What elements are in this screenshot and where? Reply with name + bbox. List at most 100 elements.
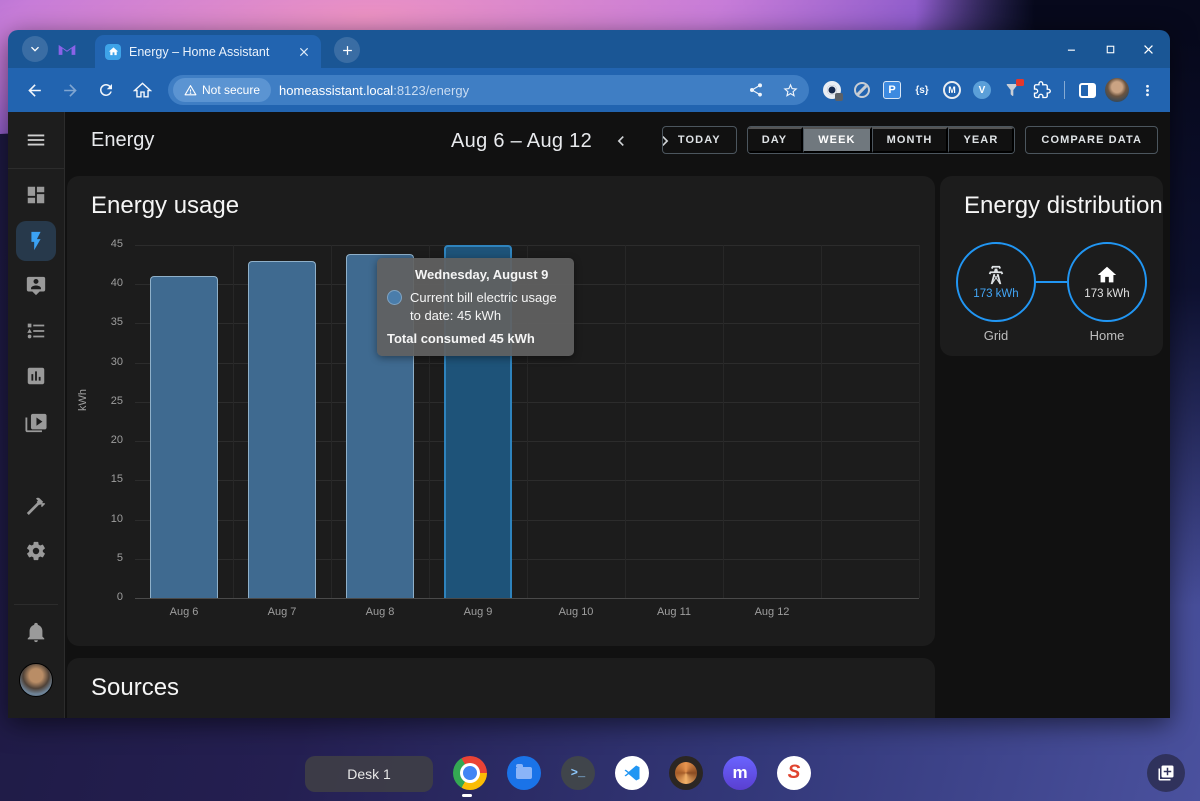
sidebar-item-developer-tools[interactable] (16, 486, 56, 526)
hamburger-icon (25, 129, 47, 151)
purple-mail-icon[interactable] (56, 38, 78, 60)
vscode-app-icon[interactable] (615, 756, 649, 790)
bar-aug-7[interactable] (248, 261, 316, 598)
sidebar-notifications-button[interactable] (16, 612, 56, 652)
url-text: homeassistant.local:8123/energy (279, 83, 735, 98)
compare-data-button[interactable]: COMPARE DATA (1025, 126, 1158, 154)
side-panel-icon[interactable] (1074, 77, 1100, 103)
today-button[interactable]: TODAY (662, 126, 737, 154)
screen-capture-button[interactable] (1147, 754, 1185, 792)
sidebar-menu-button[interactable] (8, 112, 64, 169)
date-navigation: Aug 6 – Aug 12 (451, 126, 680, 156)
sidebar-item-energy[interactable] (16, 221, 56, 261)
sidebar-user-avatar[interactable] (19, 663, 53, 697)
range-day-button[interactable]: DAY (748, 127, 804, 153)
gridline-vertical (625, 245, 626, 598)
files-app-icon[interactable] (507, 756, 541, 790)
address-bar[interactable]: Not secure homeassistant.local:8123/ener… (168, 75, 809, 105)
reload-button[interactable] (90, 74, 122, 106)
x-tick: Aug 6 (135, 606, 233, 618)
tab-search-button[interactable] (22, 36, 48, 62)
y-tick: 20 (89, 434, 123, 446)
terminal-app-icon[interactable]: >_ (561, 756, 595, 790)
sidebar-item-media[interactable] (16, 403, 56, 443)
y-tick: 30 (89, 356, 123, 368)
grid-node[interactable]: 173 kWh (956, 242, 1036, 322)
browser-tab-energy[interactable]: Energy – Home Assistant (95, 35, 321, 68)
sidebar-item-settings[interactable] (16, 531, 56, 571)
bell-icon (25, 621, 47, 643)
range-segmented-control: DAY WEEK MONTH YEAR (747, 126, 1016, 154)
y-tick: 5 (89, 552, 123, 564)
forward-button[interactable] (54, 74, 86, 106)
x-tick: Aug 12 (723, 606, 821, 618)
play-box-icon (25, 412, 47, 434)
gridline-vertical (331, 245, 332, 598)
extensions-puzzle-icon[interactable] (1029, 77, 1055, 103)
share-icon[interactable] (743, 77, 769, 103)
chrome-app-icon[interactable] (453, 756, 487, 790)
toolbar-separator (1064, 81, 1065, 99)
extension-filter-icon[interactable] (999, 77, 1025, 103)
tooltip-title: Wednesday, August 9 (415, 267, 562, 282)
gridline-vertical (919, 245, 920, 598)
window-minimize-button[interactable] (1064, 41, 1080, 57)
extension-p-icon[interactable]: P (879, 77, 905, 103)
mastodon-app-icon[interactable]: m (723, 756, 757, 790)
bar-aug-6[interactable] (150, 276, 218, 598)
wallpaper-dark-corner (900, 0, 1200, 34)
extension-v-circle-icon[interactable]: V (969, 77, 995, 103)
x-tick: Aug 11 (625, 606, 723, 618)
range-year-button[interactable]: YEAR (948, 127, 1014, 153)
home-button[interactable] (126, 74, 158, 106)
chevron-down-icon (27, 41, 43, 57)
sidebar-item-map[interactable] (16, 266, 56, 306)
chromeos-shelf: Desk 1 >_ m S (0, 741, 1200, 801)
fox-app-icon[interactable] (669, 756, 703, 790)
screen: Energy – Home Assistant (0, 0, 1200, 801)
window-close-button[interactable] (1140, 41, 1156, 57)
sidebar-item-history[interactable] (16, 356, 56, 396)
extension-password-manager-icon[interactable] (819, 77, 845, 103)
hammer-icon (25, 495, 47, 517)
y-tick: 35 (89, 316, 123, 328)
back-button[interactable] (18, 74, 50, 106)
date-range-label: Aug 6 – Aug 12 (451, 130, 592, 153)
profile-avatar[interactable] (1104, 77, 1130, 103)
security-chip-label: Not secure (202, 83, 260, 97)
new-tab-button[interactable] (334, 37, 360, 63)
extension-blocker-icon[interactable] (849, 77, 875, 103)
sidebar-item-overview[interactable] (16, 175, 56, 215)
extension-script-icon[interactable]: {s} (909, 77, 935, 103)
lock-badge-icon (835, 93, 843, 101)
s-app-icon[interactable]: S (777, 756, 811, 790)
dashboard-icon (25, 184, 47, 206)
extension-m-circle-icon[interactable]: M (939, 77, 965, 103)
range-month-button[interactable]: MONTH (872, 127, 949, 153)
ha-main: Energy Aug 6 – Aug 12 TODAY DAY (65, 112, 1170, 718)
previous-period-button[interactable] (606, 126, 636, 156)
y-tick: 15 (89, 473, 123, 485)
sidebar-item-logbook[interactable] (16, 311, 56, 351)
grid-value: 173 kWh (973, 288, 1018, 300)
home-icon (1096, 264, 1118, 286)
usage-card-title: Energy usage (91, 192, 239, 220)
bookmark-star-icon[interactable] (777, 77, 803, 103)
gridline-vertical (723, 245, 724, 598)
page-title: Energy (91, 129, 154, 152)
home-label: Home (1067, 328, 1147, 343)
tab-close-icon[interactable] (297, 45, 311, 59)
home-assistant-favicon (105, 44, 121, 60)
sources-card-title: Sources (91, 674, 179, 702)
person-tooltip-icon (25, 275, 47, 297)
home-node[interactable]: 173 kWh (1067, 242, 1147, 322)
y-tick: 10 (89, 513, 123, 525)
filter-flag-badge (1016, 79, 1024, 86)
window-maximize-button[interactable] (1102, 41, 1118, 57)
x-tick: Aug 9 (429, 606, 527, 618)
browser-menu-kebab-icon[interactable] (1134, 74, 1160, 106)
security-chip[interactable]: Not secure (173, 78, 271, 102)
chart-box-icon (25, 365, 47, 387)
desk-button[interactable]: Desk 1 (305, 756, 433, 792)
range-week-button[interactable]: WEEK (803, 127, 871, 153)
